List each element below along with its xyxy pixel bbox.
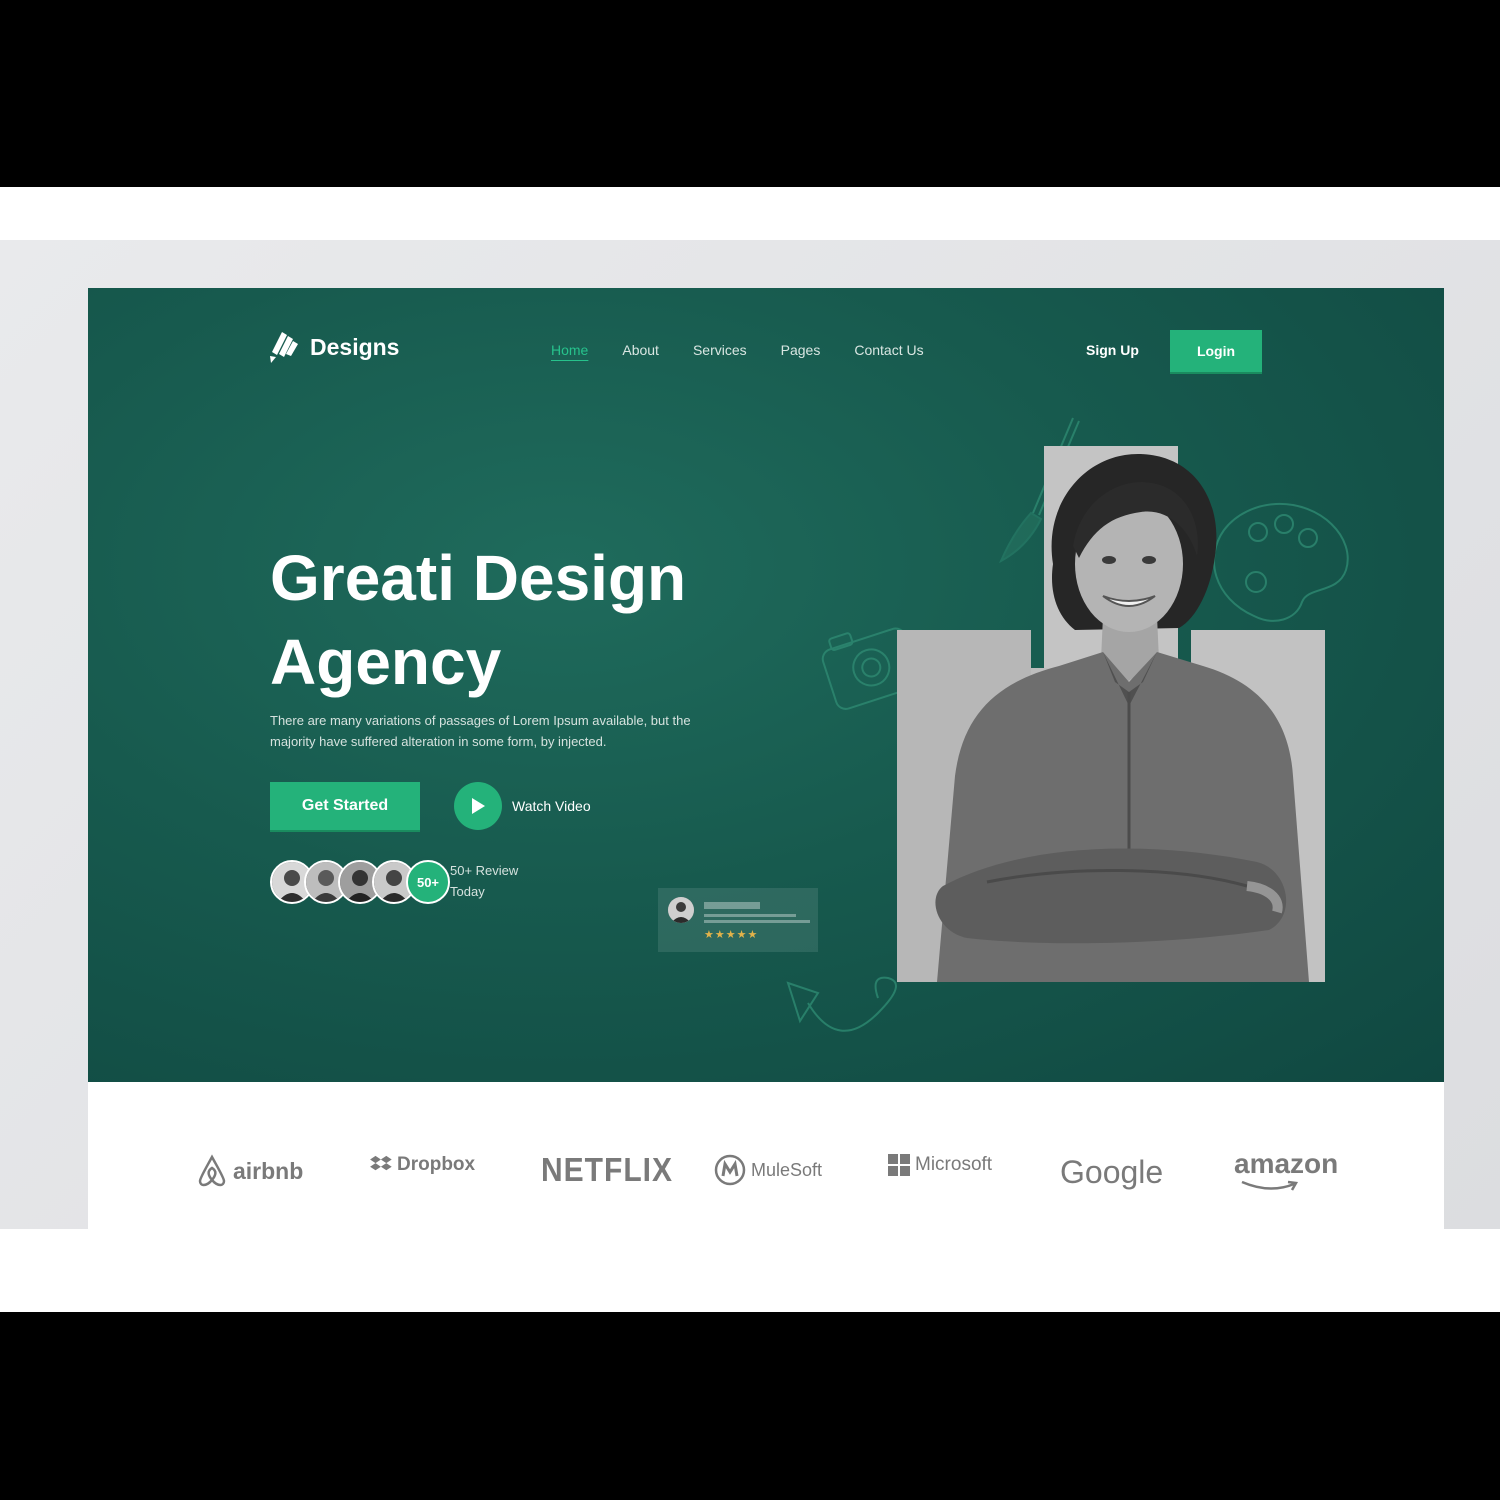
get-started-button[interactable]: Get Started (270, 782, 420, 830)
brand-logo[interactable]: Designs (268, 330, 399, 364)
nav-pages[interactable]: Pages (781, 342, 821, 358)
star-rating: ★★★★★ (704, 928, 758, 941)
sign-up-link[interactable]: Sign Up (1086, 342, 1139, 358)
hero-description-line1: There are many variations of passages of… (270, 713, 691, 728)
hero-description-line2: majority have suffered alteration in som… (270, 734, 607, 749)
airbnb-wordmark: airbnb (233, 1157, 304, 1184)
review-period-text: Today (450, 884, 485, 899)
hero-section: Designs Home About Services Pages Contac… (88, 288, 1444, 1082)
netflix-wordmark: NETFLIX (541, 1152, 673, 1189)
dropbox-icon (370, 1155, 392, 1171)
dropbox-logo[interactable]: Dropbox (370, 1154, 475, 1176)
hero-title-line2: Agency (270, 626, 502, 698)
dropbox-wordmark: Dropbox (397, 1154, 476, 1175)
review-count-badge: 50+ (406, 860, 450, 904)
review-summary: 50+ Review Today (450, 860, 518, 902)
watch-video-link[interactable]: Watch Video (512, 798, 591, 814)
star-icon: ★ (714, 929, 726, 941)
reviewer-avatars: 50+ (270, 860, 450, 904)
google-logo[interactable]: Google (1060, 1154, 1163, 1191)
nav-services[interactable]: Services (693, 342, 747, 358)
login-button[interactable]: Login (1170, 330, 1262, 372)
partner-logos-bar: airbnb Dropbox NETFLIX MuleSoft Microsof… (88, 1082, 1444, 1229)
hero-title: Greati Design Agency (270, 536, 790, 704)
star-icon: ★ (725, 929, 737, 941)
netflix-logo[interactable]: NETFLIX (541, 1152, 673, 1189)
hero-description: There are many variations of passages of… (270, 710, 750, 752)
pencil-brand-icon (270, 332, 298, 363)
review-card: ★★★★★ (658, 888, 818, 952)
microsoft-wordmark: Microsoft (915, 1154, 993, 1175)
mulesoft-wordmark: MuleSoft (751, 1159, 823, 1180)
brand-name: Designs (310, 333, 400, 360)
mulesoft-icon (714, 1154, 746, 1186)
review-count-text: 50+ Review (450, 863, 519, 878)
hero-title-line1: Greati Design (270, 542, 687, 614)
amazon-logo[interactable]: amazon (1234, 1148, 1338, 1192)
airbnb-icon (198, 1154, 226, 1187)
nav-contact-us[interactable]: Contact Us (854, 342, 923, 358)
nav-home[interactable]: Home (551, 342, 588, 358)
star-icon: ★ (704, 929, 715, 941)
star-icon: ★ (747, 929, 759, 941)
google-wordmark: Google (1060, 1154, 1164, 1190)
play-video-button[interactable] (454, 782, 502, 830)
review-placeholder-line (704, 914, 796, 917)
mulesoft-logo[interactable]: MuleSoft (714, 1154, 822, 1186)
microsoft-icon (888, 1154, 910, 1176)
nav-about[interactable]: About (622, 342, 659, 358)
microsoft-logo[interactable]: Microsoft (888, 1154, 992, 1176)
agency-portrait-image (935, 453, 1309, 982)
amazon-smile-icon (1241, 1180, 1299, 1191)
amazon-wordmark: amazon (1234, 1148, 1339, 1179)
star-icon: ★ (736, 929, 748, 941)
review-placeholder-line (704, 902, 760, 909)
airbnb-logo[interactable]: airbnb (196, 1154, 303, 1188)
person-icon (668, 897, 694, 923)
main-nav: Home About Services Pages Contact Us (551, 342, 924, 358)
avatar (668, 897, 694, 923)
play-icon (472, 798, 485, 814)
review-placeholder-line (704, 920, 810, 923)
